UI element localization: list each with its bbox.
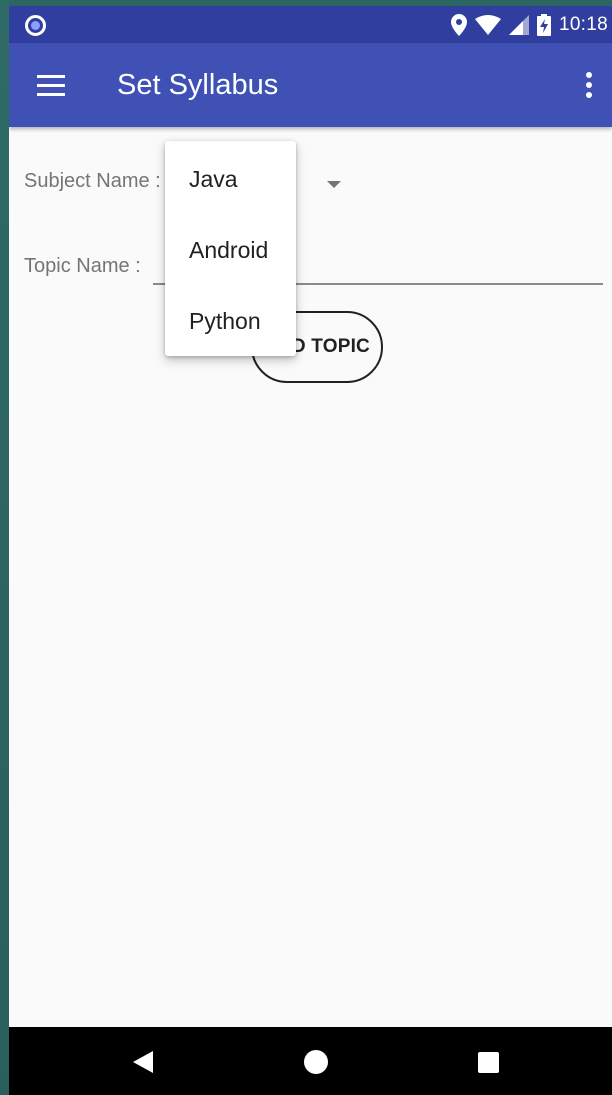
back-icon[interactable]: [133, 1051, 153, 1073]
status-clock: 10:18: [558, 13, 608, 35]
navigation-bar: [9, 1027, 612, 1095]
app-bar: Set Syllabus: [9, 43, 612, 127]
wallpaper-edge: [0, 0, 9, 1095]
location-icon: [450, 13, 467, 36]
cell-signal-icon: [508, 14, 529, 35]
status-icons: 10:18: [450, 6, 612, 43]
dropdown-item-java[interactable]: Java: [165, 143, 296, 215]
hamburger-menu-icon[interactable]: [29, 65, 69, 105]
dropdown-item-python[interactable]: Python: [165, 285, 296, 357]
app-notification-icon: [25, 15, 46, 36]
battery-charging-icon: [536, 13, 551, 36]
wifi-icon: [474, 14, 501, 35]
main-content: Subject Name : Topic Name : ADD TOPIC: [9, 127, 612, 1027]
subject-name-label: Subject Name :: [24, 170, 161, 192]
subject-dropdown-menu: Java Android Python: [165, 141, 296, 356]
dropdown-arrow-icon[interactable]: [327, 181, 341, 188]
recents-icon[interactable]: [478, 1052, 499, 1073]
home-icon[interactable]: [304, 1050, 328, 1074]
more-vert-icon[interactable]: [574, 65, 604, 105]
phone-screen: 10:18 Set Syllabus Subject Name : Topic …: [9, 6, 612, 1095]
dropdown-item-android[interactable]: Android: [165, 214, 296, 286]
status-bar: 10:18: [9, 6, 612, 43]
page-title: Set Syllabus: [117, 69, 279, 101]
topic-name-label: Topic Name :: [24, 255, 141, 277]
